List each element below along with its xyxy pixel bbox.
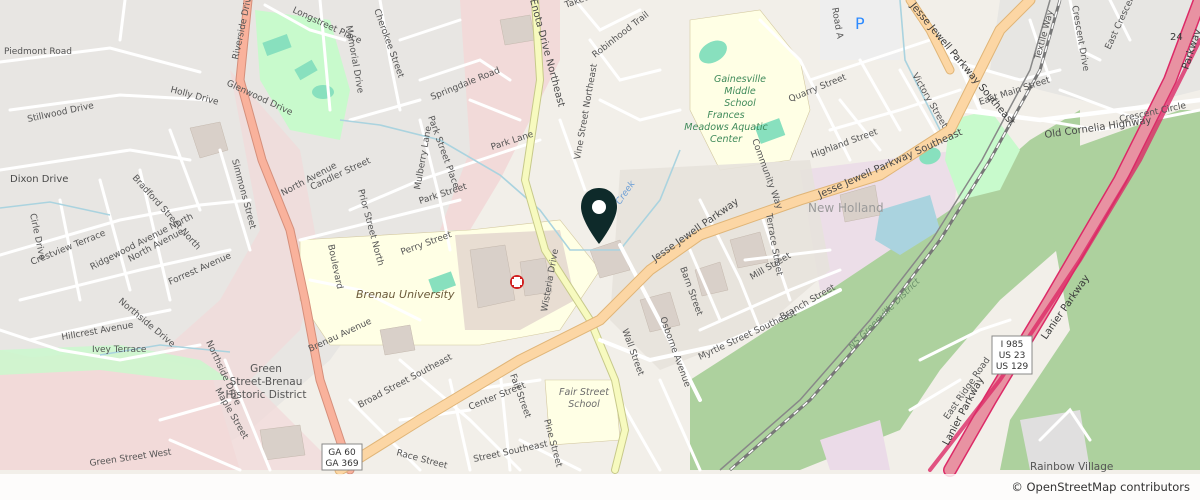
svg-text:GA 60: GA 60 [328,448,356,458]
copyright-symbol: © [1011,480,1023,494]
parking-icon: P [855,14,865,33]
svg-text:US 129: US 129 [996,362,1029,372]
svg-text:I 985: I 985 [1001,340,1024,350]
osm-contributors-link[interactable]: OpenStreetMap contributors [1026,480,1190,494]
svg-text:Robinhood Trail: Robinhood Trail [591,10,652,60]
svg-text:GA 369: GA 369 [325,459,358,469]
svg-text:Vine Street Northeast: Vine Street Northeast [573,63,600,161]
brenau-university-label: Brenau University [356,288,455,301]
svg-text:Race Street: Race Street [395,448,449,471]
new-holland-label: New Holland [808,201,884,215]
attribution-bar: © OpenStreetMap contributors [0,474,1200,500]
label-piedmont-road: Piedmont Road [4,47,72,57]
svg-text:US 23: US 23 [999,351,1026,361]
map-view[interactable]: Riverside Drive Longstreet Place Piedmon… [0,0,1200,500]
route-number-partial: 24 [1170,32,1183,43]
svg-text:Ivey Terrace: Ivey Terrace [92,345,147,355]
rainbow-village-label: Rainbow Village [1030,461,1113,473]
svg-text:Dixon Drive: Dixon Drive [10,174,68,185]
map-canvas[interactable]: Riverside Drive Longstreet Place Piedmon… [0,0,1200,500]
hospital-icon [510,275,524,289]
shield-ga60-ga369: GA 60 GA 369 [321,443,363,471]
svg-text:Takeda Road: Takeda Road [563,0,621,11]
location-pin-icon[interactable] [577,186,621,248]
svg-text:Highland Street: Highland Street [810,127,880,161]
svg-text:P: P [855,14,865,33]
shield-i985-us23-us129: I 985 US 23 US 129 [991,335,1033,375]
